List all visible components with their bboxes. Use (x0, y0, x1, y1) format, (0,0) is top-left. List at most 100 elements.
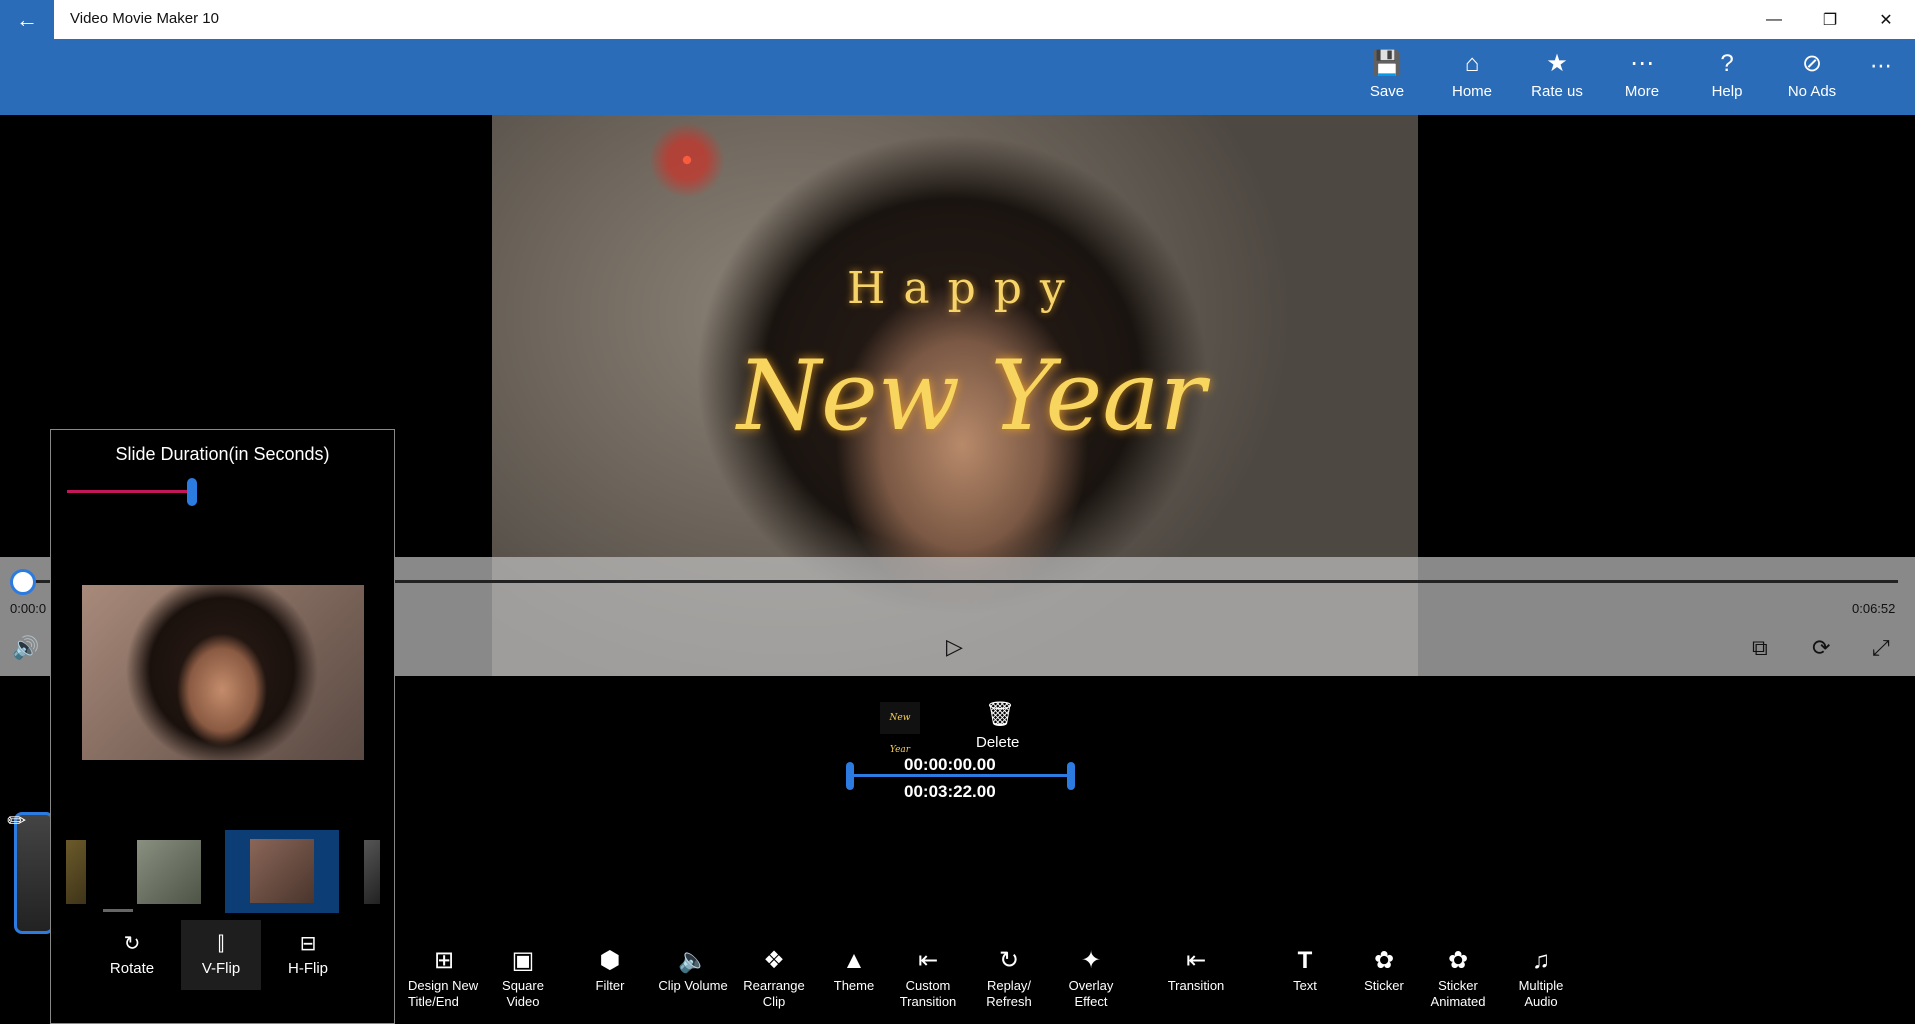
play-icon[interactable]: ▷ (946, 634, 963, 660)
clip-volume-icon: 🔈 (678, 947, 708, 974)
clip-end-time: 00:03:22.00 (904, 782, 996, 801)
trash-icon[interactable]: 🗑 (985, 700, 1015, 729)
range-start-handle[interactable] (846, 762, 854, 790)
v-flip-icon: ⫿ (217, 933, 225, 955)
v-flip-button[interactable]: ⫿ V-Flip (181, 920, 261, 990)
strip-thumbnail-selected[interactable] (225, 830, 339, 913)
panel-title: Slide Duration(in Seconds) (115, 444, 330, 464)
duration-slider-thumb[interactable] (187, 478, 197, 506)
rotate-screen-icon[interactable]: ⟳ (1812, 635, 1830, 661)
app-window: ← Video Movie Maker 10 — ❐ ✕ 💾 Save ⌂ Ho… (0, 0, 1915, 1024)
rearrange-icon: ❖ (763, 947, 785, 974)
fullscreen-icon[interactable]: ⤢ (1872, 635, 1890, 661)
custom-transition-icon: ⇤ (917, 947, 939, 974)
filter-label: Filter (595, 978, 625, 993)
more-label: More (1624, 83, 1660, 100)
square-video-icon: ▣ (511, 947, 535, 974)
h-flip-label: H-Flip (288, 960, 328, 977)
strip-thumbnail[interactable] (137, 840, 201, 904)
help-label: Help (1711, 83, 1743, 100)
range-end-handle[interactable] (1067, 762, 1075, 790)
more-button[interactable]: ⋯ More (1600, 49, 1684, 109)
rotate-button[interactable]: ↻ Rotate (92, 920, 172, 990)
overlay-effect-button[interactable]: ✦ Overlay Effect (1055, 944, 1127, 1010)
sticker-animated-icon: ✿ (1447, 947, 1469, 974)
filter-icon: ⬢ (599, 947, 621, 974)
restore-icon: ❐ (1822, 11, 1838, 29)
save-button[interactable]: 💾 Save (1345, 49, 1429, 109)
h-flip-icon: ⊟ (299, 933, 317, 955)
clip-start-time: 00:00:00.00 (904, 755, 996, 774)
slide-preview-image (82, 585, 364, 760)
new-year-text: New Year (737, 340, 1206, 452)
multiple-audio-label: Multiple Audio (1518, 978, 1564, 1009)
home-icon: ⌂ (1464, 50, 1480, 77)
text-label: Text (1293, 978, 1317, 993)
transition-button[interactable]: ⇤ Transition (1160, 944, 1232, 994)
replay-refresh-button[interactable]: ↻ Replay/ Refresh (973, 944, 1045, 1010)
rate-us-button[interactable]: ★ Rate us (1515, 49, 1599, 109)
aspect-ratio-icon[interactable]: ⧉ (1752, 635, 1768, 661)
custom-transition-button[interactable]: ⇤ Custom Transition (892, 944, 964, 1010)
restore-button[interactable]: ❐ (1802, 0, 1858, 39)
text-button[interactable]: T Text (1269, 944, 1341, 994)
home-label: Home (1451, 83, 1492, 100)
design-title-slide-label: Design New Title/End Slide (408, 978, 479, 1009)
design-title-slide-button[interactable]: ⊞ Design New Title/End Slide (408, 944, 480, 1010)
square-video-label: Square Video (502, 978, 544, 1009)
transition-label: Transition (1167, 978, 1225, 993)
overlay-effect-icon: ✦ (1080, 947, 1102, 974)
minimize-icon: — (1766, 10, 1782, 28)
home-button[interactable]: ⌂ Home (1430, 49, 1514, 109)
h-flip-button[interactable]: ⊟ H-Flip (268, 920, 348, 990)
multiple-audio-button[interactable]: ♫ Multiple Audio (1505, 944, 1577, 1010)
command-bar: 💾 Save ⌂ Home ★ Rate us ⋯ More ? Help ⊘ … (0, 39, 1915, 115)
no-ads-label: No Ads (1787, 83, 1837, 100)
overflow-menu-icon[interactable]: ⋯ (1870, 53, 1894, 79)
strip-thumbnail[interactable] (66, 840, 86, 904)
square-video-button[interactable]: ▣ Square Video (487, 944, 559, 1010)
strip-thumbnail[interactable] (364, 840, 380, 904)
title-clip-thumbnail[interactable]: New Year (880, 702, 920, 755)
slide-duration-panel: Slide Duration(in Seconds) ↻ Rotate ⫿ V-… (50, 429, 395, 1024)
happy-text: Happy (847, 263, 1083, 314)
v-flip-label: V-Flip (201, 960, 241, 977)
selected-thumbnail-image (250, 839, 314, 903)
sticker-button[interactable]: ✿ Sticker (1348, 944, 1420, 994)
no-ads-button[interactable]: ⊘ No Ads (1770, 49, 1854, 109)
help-icon: ? (1720, 50, 1734, 77)
strip-scroll-indicator[interactable] (103, 909, 133, 912)
rearrange-clip-button[interactable]: ❖ Rearrange Clip (738, 944, 810, 1010)
duration-slider-track[interactable] (67, 490, 191, 493)
replay-icon: ↻ (998, 947, 1020, 974)
rotate-icon: ↻ (123, 933, 141, 955)
overlay-effect-label: Overlay Effect (1068, 978, 1114, 1009)
close-button[interactable]: ✕ (1858, 0, 1914, 39)
theme-label: Theme (833, 978, 875, 993)
firework-graphic (642, 115, 732, 205)
filter-button[interactable]: ⬢ Filter (574, 944, 646, 994)
save-label: Save (1369, 83, 1405, 100)
back-arrow-icon: ← (16, 6, 38, 32)
delete-button[interactable]: Delete (976, 734, 1019, 751)
current-time: 0:00:0 (10, 601, 47, 616)
seek-thumb[interactable] (10, 569, 36, 595)
sticker-icon: ✿ (1373, 947, 1395, 974)
custom-transition-label: Custom Transition (899, 978, 957, 1009)
clip-volume-label: Clip Volume (658, 978, 728, 993)
theme-icon: ▲ (842, 947, 866, 974)
volume-icon[interactable]: 🔊 (12, 635, 39, 661)
clip-volume-button[interactable]: 🔈 Clip Volume (657, 944, 729, 994)
close-icon: ✕ (1879, 11, 1893, 29)
audio-icon: ♫ (1532, 947, 1550, 974)
minimize-button[interactable]: — (1746, 0, 1802, 39)
sticker-label: Sticker (1364, 978, 1404, 993)
replay-refresh-label: Replay/ Refresh (986, 978, 1032, 1009)
app-title: Video Movie Maker 10 (70, 10, 219, 27)
help-button[interactable]: ? Help (1685, 49, 1769, 109)
clip-range-bar[interactable] (850, 774, 1073, 777)
rate-us-label: Rate us (1531, 83, 1583, 100)
sticker-animated-button[interactable]: ✿ Sticker Animated (1422, 944, 1494, 1010)
theme-button[interactable]: ▲ Theme (818, 944, 890, 994)
back-button[interactable]: ← (0, 0, 54, 39)
